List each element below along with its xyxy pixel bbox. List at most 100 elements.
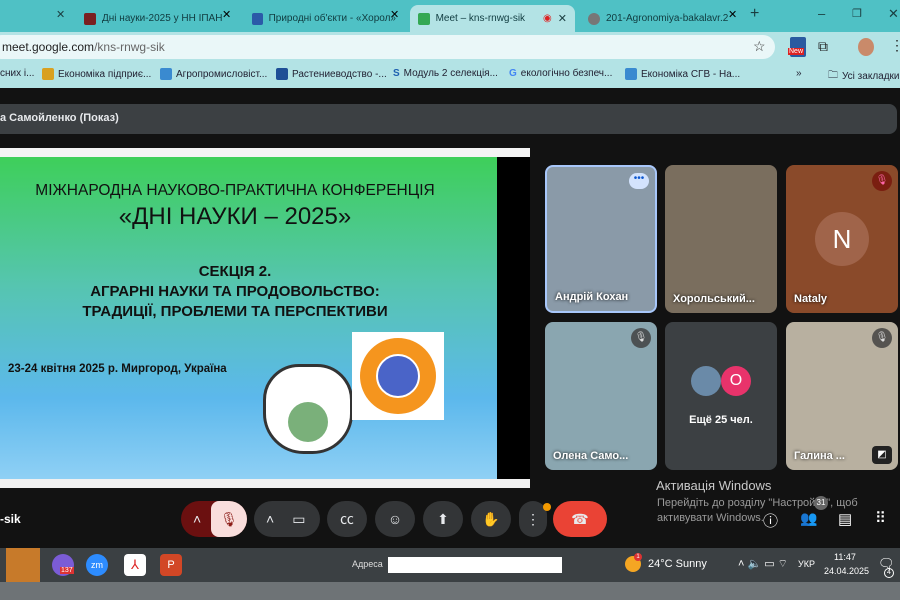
participant-tile[interactable]: 🎙 Олена Само... (545, 322, 657, 470)
bookmark-item[interactable]: Економіка СГВ - На... (625, 68, 740, 80)
pip-icon[interactable]: ◩ (872, 446, 892, 464)
bookmark-icon (276, 68, 288, 80)
site-favicon (84, 12, 96, 25)
bookmark-star-icon[interactable]: ☆ (753, 38, 766, 55)
pdf-reader-icon[interactable]: ⅄ (124, 554, 146, 576)
tab-label: 201-Agronomiya-bakalavr.2 (606, 13, 729, 24)
bookmarks-bar: сних і... Економіка підприє... Агропроми… (0, 62, 900, 88)
more-participants-tile[interactable]: O Ещё 25 чел. (665, 322, 777, 470)
profile-avatar[interactable] (858, 38, 874, 56)
participant-name: Галина ... (794, 450, 845, 462)
activities-grid-icon[interactable]: ⠿ (875, 509, 886, 527)
new-tab-button[interactable]: + (750, 5, 759, 23)
close-window-icon[interactable]: ✕ (888, 6, 899, 22)
browser-toolbar: meet.google.com/kns-rnwg-sik ☆ New ⧉ ⋮ (0, 32, 900, 62)
globe-icon (588, 12, 600, 25)
present-button[interactable]: ⬆ (423, 501, 463, 537)
participant-avatar: N (815, 212, 869, 266)
close-tab-icon[interactable]: ✕ (558, 12, 567, 25)
close-tab-icon[interactable]: ✕ (390, 8, 399, 21)
url-host: meet.google.com (2, 40, 95, 54)
s-logo-icon: S (393, 68, 400, 79)
tab-meet[interactable]: Meet – kns-rnwg-sik ◉ ✕ (410, 5, 575, 32)
bookmark-item[interactable]: Растениеводство -... (276, 68, 387, 80)
reactions-button[interactable]: ☺ (375, 501, 415, 537)
zoom-app-icon[interactable]: zm (86, 554, 108, 576)
extensions-puzzle-icon[interactable]: ⧉ (818, 38, 828, 55)
weather-text[interactable]: 24°C Sunny (648, 558, 707, 570)
mic-off-icon: 🎙 (872, 171, 892, 191)
browser-menu-icon[interactable]: ⋮ (890, 37, 900, 54)
file-explorer-icon[interactable] (6, 548, 40, 582)
extension-icon[interactable]: New (788, 37, 806, 57)
microphone-toggle-button[interactable]: 🎙 (211, 501, 247, 537)
minimize-icon[interactable]: – (818, 6, 825, 21)
clock-date[interactable]: 24.04.2025 (824, 566, 869, 576)
drive-icon (160, 68, 172, 80)
participant-tile[interactable]: Хорольський... (665, 165, 777, 313)
windows-activation-text: активувати Windows. (657, 512, 764, 524)
tray-icons[interactable]: ˄ 🔈 ▭ ⌔ (738, 557, 788, 571)
participant-avatar: O (721, 366, 751, 396)
new-badge: New (788, 48, 805, 55)
participant-tile[interactable]: ••• Андрій Кохан (545, 165, 657, 313)
bookmark-label: Модуль 2 селекція... (403, 68, 498, 79)
bookmark-item[interactable]: S Модуль 2 селекція... (393, 68, 498, 79)
meeting-info-icon[interactable]: ⓘ (763, 510, 778, 531)
windows-taskbar: 137 zm ⅄ P Адреса 1 24°C Sunny ˄ 🔈 ▭ ⌔ У… (0, 548, 900, 582)
site-favicon (252, 12, 263, 25)
participant-tile[interactable]: 🎙 N Nataly (786, 165, 898, 313)
bookmark-item[interactable]: Економіка підприє... (42, 68, 151, 80)
close-tab-icon[interactable]: ✕ (222, 8, 231, 21)
bookmark-icon (42, 68, 54, 80)
hang-up-icon: ☎ (571, 510, 589, 527)
bookmark-item[interactable]: сних і... (0, 68, 34, 79)
more-bookmarks-button[interactable]: » (796, 68, 802, 79)
slide-topic-line2: ТРАДИЦІЇ, ПРОБЛЕМИ ТА ПЕРСПЕКТИВИ (82, 303, 388, 320)
close-tab-icon[interactable]: ✕ (56, 8, 65, 21)
raise-hand-button[interactable]: ✋ (471, 501, 511, 537)
address-bar[interactable]: meet.google.com/kns-rnwg-sik (0, 35, 775, 59)
recording-icon: ◉ (543, 13, 552, 24)
tab-label: Природні об'єкти - «Хорол» (268, 13, 396, 24)
leave-call-button[interactable]: ☎ (553, 501, 607, 537)
restore-icon[interactable]: ❐ (852, 7, 862, 20)
slide-date-place: 23-24 квітня 2025 р. Миргород, Україна (8, 363, 227, 375)
participant-avatar (691, 366, 721, 396)
bookmark-label: екологічно безпеч... (520, 68, 613, 79)
url-path: /kns-rnwg-sik (94, 40, 165, 54)
bookmark-label: Агропромисловіст... (176, 68, 268, 80)
slide-content: МІЖНАРОДНА НАУКОВО-ПРАКТИЧНА КОНФЕРЕНЦІЯ… (0, 157, 497, 479)
weather-badge: 1 (634, 553, 642, 561)
captions-button[interactable]: ㏄ (327, 501, 367, 537)
more-options-icon[interactable]: ••• (629, 173, 649, 189)
chat-icon[interactable]: ▤ (838, 510, 852, 528)
address-toolbar-input[interactable] (388, 557, 562, 573)
slide-statusbar (0, 479, 530, 488)
clock-time[interactable]: 11:47 (834, 552, 856, 562)
slide-section: СЕКЦІЯ 2. (198, 263, 272, 280)
bookmark-label: Економіка підприє... (58, 68, 152, 80)
tab-label: Дні науки-2025 у НН ІПАН (102, 13, 223, 24)
more-vert-icon: ⋮ (526, 510, 540, 527)
participant-tile[interactable]: 🎙 Галина ... ◩ (786, 322, 898, 470)
slide-topic-line1: АГРАРНІ НАУКИ ТА ПРОДОВОЛЬСТВО: (90, 283, 380, 300)
tab-dni-nauky[interactable]: Дні науки-2025 у НН ІПАН (76, 5, 236, 32)
tab-pryrodni-obiekty[interactable]: Природні об'єкти - «Хорол» (244, 5, 404, 32)
more-participants-label: Ещё 25 чел. (689, 414, 753, 426)
all-bookmarks-button[interactable]: 🗀 Усі закладки (828, 68, 900, 85)
mic-off-icon: 🎙 (631, 328, 651, 348)
presenter-label: а Самойленко (Показ) (0, 112, 119, 124)
people-count-badge: 31 (814, 496, 828, 510)
chevron-up-icon: ˄ (193, 511, 202, 527)
language-indicator[interactable]: УКР (798, 559, 815, 569)
browser-tab-bar: ✕ Дні науки-2025 у НН ІПАН ✕ Природні об… (0, 0, 900, 32)
chevron-up-icon: ˄ (266, 511, 275, 527)
powerpoint-icon[interactable]: P (160, 554, 182, 576)
people-icon[interactable]: 👥 (800, 510, 817, 527)
tab-agronomiya[interactable]: 201-Agronomiya-bakalavr.2 (580, 5, 745, 32)
video-options-button[interactable]: ˄ ▭ (254, 501, 320, 537)
bookmark-item[interactable]: Gекологічно безпеч... (509, 68, 612, 79)
bookmark-item[interactable]: Агропромисловіст... (160, 68, 267, 80)
close-tab-icon[interactable]: ✕ (728, 8, 737, 21)
